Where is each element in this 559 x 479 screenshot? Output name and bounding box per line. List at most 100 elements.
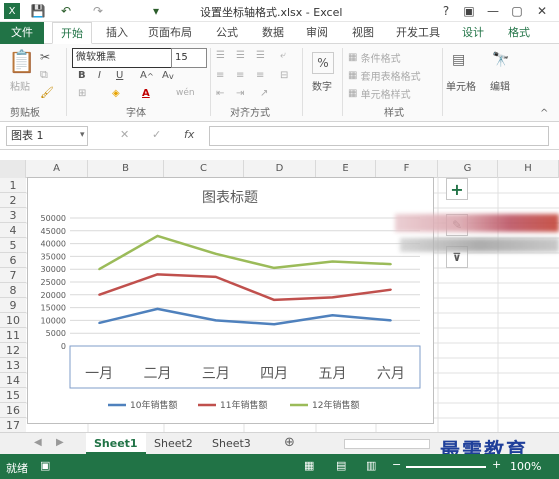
row-header[interactable]: 12 [0, 343, 26, 358]
data-point[interactable] [98, 321, 101, 324]
font-size-select[interactable]: 15 [171, 48, 207, 68]
tab-formulas[interactable]: 公式 [208, 22, 246, 44]
cell-styles-button[interactable]: ▦ 单元格样式 [348, 86, 411, 101]
page-break-view-icon[interactable]: ▥ [366, 459, 376, 472]
restore-button[interactable]: ▢ [510, 3, 524, 19]
column-header[interactable]: F [376, 160, 438, 178]
fill-color-icon[interactable]: ◈ [112, 88, 120, 99]
column-header[interactable]: E [316, 160, 376, 178]
paste-button[interactable]: 粘贴 [10, 78, 30, 93]
column-header[interactable]: G [438, 160, 498, 178]
category-axis-selection[interactable] [69, 345, 421, 389]
data-point[interactable] [214, 319, 217, 322]
select-all-corner[interactable] [0, 160, 26, 178]
copy-icon[interactable]: ⧉ [40, 68, 48, 82]
data-point[interactable] [331, 260, 334, 263]
data-point[interactable] [331, 296, 334, 299]
sheet-tab-2[interactable]: Sheet2 [146, 433, 201, 454]
font-color-icon[interactable]: A [142, 88, 150, 99]
format-painter-icon[interactable]: 🖌 [40, 86, 54, 99]
cancel-icon[interactable]: ✕ [120, 128, 129, 141]
sheet-tab-3[interactable]: Sheet3 [204, 433, 259, 454]
macro-record-icon[interactable]: ▣ [40, 459, 50, 472]
legend-label[interactable]: 10年销售额 [130, 399, 177, 411]
row-header[interactable]: 6 [0, 253, 26, 268]
qat-more-icon[interactable]: ▾ [148, 3, 164, 19]
merge-icon[interactable]: ⊟ [280, 70, 288, 81]
align-top-icon[interactable]: ☰ [216, 50, 225, 61]
zoom-slider[interactable] [406, 466, 486, 468]
cells-button[interactable]: 单元格 [446, 78, 476, 93]
data-point[interactable] [389, 263, 392, 266]
tab-view[interactable]: 视图 [344, 22, 382, 44]
data-point[interactable] [331, 314, 334, 317]
number-format-button[interactable]: 数字 [312, 78, 332, 93]
align-middle-icon[interactable]: ☰ [236, 50, 245, 61]
save-icon[interactable]: 💾 [30, 3, 46, 19]
ribbon-display-icon[interactable]: ▣ [462, 3, 476, 19]
percent-icon[interactable]: % [312, 52, 334, 74]
tab-chart-format[interactable]: 格式 [500, 22, 538, 44]
tab-page-layout[interactable]: 页面布局 [140, 22, 200, 44]
legend-label[interactable]: 11年销售额 [220, 399, 267, 411]
minimize-button[interactable]: — [486, 3, 500, 19]
row-header[interactable]: 10 [0, 313, 26, 328]
row-header[interactable]: 5 [0, 238, 26, 253]
column-header[interactable]: C [164, 160, 244, 178]
series-line[interactable] [98, 234, 391, 271]
conditional-format-button[interactable]: ▦ 条件格式 [348, 50, 401, 65]
zoom-level[interactable]: 100% [510, 460, 541, 473]
tab-review[interactable]: 审阅 [298, 22, 336, 44]
undo-icon[interactable]: ↶ [58, 3, 74, 19]
close-button[interactable]: ✕ [535, 3, 549, 19]
enter-icon[interactable]: ✓ [152, 128, 161, 141]
column-header[interactable]: D [244, 160, 316, 178]
format-as-table-button[interactable]: ▦ 套用表格格式 [348, 68, 421, 83]
align-left-icon[interactable]: ≡ [216, 70, 224, 81]
italic-button[interactable]: I [98, 70, 101, 81]
tab-home[interactable]: 开始 [52, 22, 92, 44]
column-header[interactable]: H [498, 160, 559, 178]
editing-button[interactable]: 编辑 [490, 78, 510, 93]
phonetic-icon[interactable]: wén [176, 88, 195, 98]
row-header[interactable]: 4 [0, 223, 26, 238]
data-point[interactable] [389, 288, 392, 291]
row-header[interactable]: 14 [0, 373, 26, 388]
data-point[interactable] [273, 298, 276, 301]
row-header[interactable]: 2 [0, 193, 26, 208]
row-header[interactable]: 15 [0, 388, 26, 403]
row-header[interactable]: 11 [0, 328, 26, 343]
orientation-icon[interactable]: ↗ [260, 88, 268, 99]
row-header[interactable]: 7 [0, 268, 26, 283]
data-point[interactable] [156, 307, 159, 310]
horizontal-scrollbar[interactable] [344, 439, 430, 449]
data-point[interactable] [214, 252, 217, 255]
increase-indent-icon[interactable]: ⇥ [236, 88, 244, 99]
underline-button[interactable]: U [116, 70, 123, 81]
tab-chart-design[interactable]: 设计 [454, 22, 492, 44]
cut-icon[interactable]: ✂ [40, 50, 50, 64]
collapse-ribbon-icon[interactable]: ^ [540, 108, 548, 119]
page-layout-view-icon[interactable]: ▤ [336, 459, 346, 472]
decrease-indent-icon[interactable]: ⇤ [216, 88, 224, 99]
data-point[interactable] [156, 273, 159, 276]
name-box[interactable]: 图表 1 [6, 126, 88, 146]
data-point[interactable] [273, 323, 276, 326]
redo-icon[interactable]: ↷ [90, 3, 106, 19]
data-point[interactable] [156, 234, 159, 237]
row-header[interactable]: 9 [0, 298, 26, 313]
border-icon[interactable]: ⊞ [78, 88, 86, 99]
tab-data[interactable]: 数据 [254, 22, 292, 44]
chart-elements-button[interactable]: + [446, 178, 468, 200]
data-point[interactable] [214, 275, 217, 278]
row-header[interactable]: 1 [0, 178, 26, 193]
insert-function-icon[interactable]: fx [184, 128, 194, 141]
add-sheet-icon[interactable]: ⊕ [284, 435, 295, 450]
data-point[interactable] [98, 268, 101, 271]
column-header[interactable]: B [88, 160, 164, 178]
tab-developer[interactable]: 开发工具 [388, 22, 448, 44]
data-point[interactable] [389, 319, 392, 322]
row-header[interactable]: 16 [0, 403, 26, 418]
next-sheet-icon[interactable]: ▶ [56, 437, 64, 448]
prev-sheet-icon[interactable]: ◀ [34, 437, 42, 448]
